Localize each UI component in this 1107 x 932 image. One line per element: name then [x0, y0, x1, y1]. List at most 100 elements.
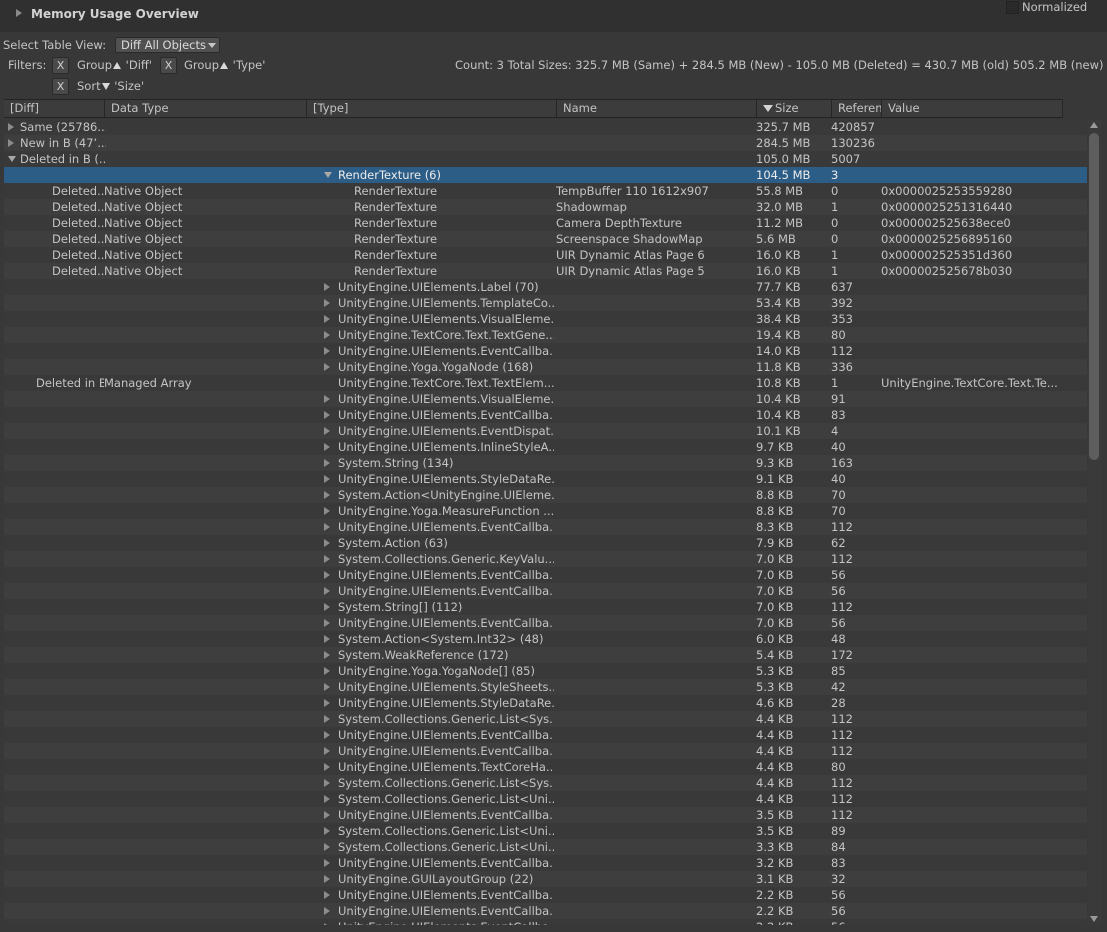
table-row[interactable]: Same (25786... 325.7 MB 420857 — [4, 119, 1087, 135]
expand-arrow-right-icon[interactable] — [324, 475, 330, 483]
expand-arrow-right-icon[interactable] — [324, 811, 330, 819]
table-row[interactable]: UnityEngine.UIElements.TemplateCo... 53.4… — [4, 295, 1087, 311]
table-row[interactable]: UnityEngine.UIElements.EventCallba... 2.2… — [4, 887, 1087, 903]
foldout-arrow-icon[interactable] — [16, 9, 22, 17]
table-row[interactable]: UnityEngine.UIElements.InlineStyleA... 9.… — [4, 439, 1087, 455]
expand-arrow-right-icon[interactable] — [324, 555, 330, 563]
expand-arrow-right-icon[interactable] — [324, 427, 330, 435]
table-row[interactable]: UnityEngine.UIElements.EventCallba... 4.4… — [4, 743, 1087, 759]
expand-arrow-right-icon[interactable] — [324, 795, 330, 803]
expand-arrow-right-icon[interactable] — [324, 619, 330, 627]
table-row[interactable]: Deleted... Native Object RenderTexture UIR … — [4, 247, 1087, 263]
table-row[interactable]: UnityEngine.UIElements.TextCoreHa... 4.4 … — [4, 759, 1087, 775]
expand-arrow-right-icon[interactable] — [324, 395, 330, 403]
table-row[interactable]: UnityEngine.Yoga.MeasureFunction ... 8.8 … — [4, 503, 1087, 519]
table-row[interactable]: System.Collections.Generic.List<Uni... 3.… — [4, 839, 1087, 855]
table-row[interactable]: System.Collections.Generic.List<Sys... 4.… — [4, 711, 1087, 727]
expand-arrow-down-icon[interactable] — [324, 172, 332, 178]
table-row[interactable]: UnityEngine.UIElements.EventCallba... 7.0… — [4, 615, 1087, 631]
overview-header[interactable]: Memory Usage Overview Normalized — [0, 0, 1107, 32]
table-row[interactable]: UnityEngine.UIElements.EventDispat... 10.… — [4, 423, 1087, 439]
table-row[interactable]: New in B (47’... 284.5 MB 130236 — [4, 135, 1087, 151]
table-row[interactable]: UnityEngine.TextCore.Text.TextGene... 19.… — [4, 327, 1087, 343]
expand-arrow-right-icon[interactable] — [324, 731, 330, 739]
remove-sort-size-button[interactable]: X — [52, 78, 69, 95]
expand-arrow-right-icon[interactable] — [324, 459, 330, 467]
expand-arrow-right-icon[interactable] — [324, 635, 330, 643]
expand-arrow-right-icon[interactable] — [324, 331, 330, 339]
table-row[interactable]: UnityEngine.Yoga.YogaNode[] (85) 5.3 KB 85 — [4, 663, 1087, 679]
table-row[interactable]: UnityEngine.GUILayoutGroup (22) 3.1 KB 32 — [4, 871, 1087, 887]
table-row[interactable]: System.String[] (112) 7.0 KB 112 — [4, 599, 1087, 615]
table-row[interactable]: Deleted... Native Object RenderTexture Scre… — [4, 231, 1087, 247]
table-row[interactable]: UnityEngine.UIElements.EventCallba... 2.2… — [4, 903, 1087, 919]
expand-arrow-right-icon[interactable] — [324, 523, 330, 531]
table-row[interactable]: System.Collections.Generic.List<Sys... 4.… — [4, 775, 1087, 791]
table-row[interactable]: UnityEngine.UIElements.Label (70) 77.7 KB… — [4, 279, 1087, 295]
table-row[interactable]: System.Action (63) 7.9 KB 62 — [4, 535, 1087, 551]
expand-arrow-right-icon[interactable] — [324, 507, 330, 515]
expand-arrow-right-icon[interactable] — [324, 859, 330, 867]
table-row[interactable]: UnityEngine.UIElements.EventCallba... 10.… — [4, 407, 1087, 423]
table-row[interactable]: UnityEngine.UIElements.StyleDataRe... 4.6… — [4, 695, 1087, 711]
expand-arrow-right-icon[interactable] — [324, 539, 330, 547]
table-row[interactable]: Deleted... Native Object RenderTexture Came… — [4, 215, 1087, 231]
expand-arrow-right-icon[interactable] — [324, 411, 330, 419]
table-row[interactable]: Deleted... Native Object RenderTexture UIR … — [4, 263, 1087, 279]
expand-arrow-right-icon[interactable] — [324, 667, 330, 675]
scroll-down-icon[interactable] — [1090, 916, 1098, 922]
column-value[interactable]: Value — [882, 100, 1063, 117]
table-row[interactable]: UnityEngine.UIElements.EventCallba... 2.2… — [4, 919, 1087, 925]
remove-filter-type-button[interactable]: X — [160, 57, 177, 74]
expand-arrow-right-icon[interactable] — [324, 347, 330, 355]
table-row[interactable]: UnityEngine.UIElements.StyleDataRe... 9.1… — [4, 471, 1087, 487]
table-row[interactable]: Deleted in B (... 105.0 MB 5007 — [4, 151, 1087, 167]
expand-arrow-right-icon[interactable] — [324, 491, 330, 499]
table-row[interactable]: System.Action<UnityEngine.UIEleme... 8.8 … — [4, 487, 1087, 503]
table-row[interactable]: UnityEngine.UIElements.EventCallba... 7.0… — [4, 583, 1087, 599]
column-data-type[interactable]: Data Type — [105, 100, 307, 117]
remove-filter-diff-button[interactable]: X — [52, 57, 69, 74]
expand-arrow-right-icon[interactable] — [8, 139, 14, 147]
expand-arrow-down-icon[interactable] — [8, 156, 16, 162]
expand-arrow-right-icon[interactable] — [324, 843, 330, 851]
table-row[interactable]: UnityEngine.UIElements.StyleSheets... 5.3… — [4, 679, 1087, 695]
expand-arrow-right-icon[interactable] — [8, 123, 14, 131]
table-row[interactable]: Deleted... Native Object RenderTexture Shad… — [4, 199, 1087, 215]
expand-arrow-right-icon[interactable] — [324, 587, 330, 595]
expand-arrow-right-icon[interactable] — [324, 683, 330, 691]
expand-arrow-right-icon[interactable] — [324, 715, 330, 723]
table-row[interactable]: System.Collections.Generic.KeyValu... 7.0… — [4, 551, 1087, 567]
expand-arrow-right-icon[interactable] — [324, 283, 330, 291]
expand-arrow-right-icon[interactable] — [324, 603, 330, 611]
expand-arrow-right-icon[interactable] — [324, 875, 330, 883]
table-view-dropdown[interactable]: Diff All Objects — [115, 37, 220, 53]
table-row[interactable]: RenderTexture (6) 104.5 MB 3 — [4, 167, 1087, 183]
table-row[interactable]: System.Action<System.Int32> (48) 6.0 KB 48 — [4, 631, 1087, 647]
expand-arrow-right-icon[interactable] — [324, 571, 330, 579]
expand-arrow-right-icon[interactable] — [324, 827, 330, 835]
expand-arrow-right-icon[interactable] — [324, 443, 330, 451]
column-diff[interactable]: [Diff] — [4, 100, 105, 117]
table-row[interactable]: Deleted in B Managed Array UnityEngine.Tex… — [4, 375, 1087, 391]
expand-arrow-right-icon[interactable] — [324, 315, 330, 323]
expand-arrow-right-icon[interactable] — [324, 747, 330, 755]
table-row[interactable]: System.Collections.Generic.List<Uni... 4.… — [4, 791, 1087, 807]
expand-arrow-right-icon[interactable] — [324, 923, 330, 925]
column-size[interactable]: Size — [757, 100, 832, 117]
table-row[interactable]: UnityEngine.UIElements.EventCallba... 3.2… — [4, 855, 1087, 871]
expand-arrow-right-icon[interactable] — [324, 651, 330, 659]
table-row[interactable]: UnityEngine.UIElements.VisualEleme... 10.… — [4, 391, 1087, 407]
table-row[interactable]: UnityEngine.Yoga.YogaNode (168) 11.8 KB 33… — [4, 359, 1087, 375]
table-row[interactable]: System.WeakReference (172) 5.4 KB 172 — [4, 647, 1087, 663]
expand-arrow-right-icon[interactable] — [324, 779, 330, 787]
expand-arrow-right-icon[interactable] — [324, 299, 330, 307]
table-row[interactable]: System.String (134) 9.3 KB 163 — [4, 455, 1087, 471]
column-references[interactable]: Referen — [832, 100, 882, 117]
normalized-checkbox[interactable] — [1006, 1, 1019, 14]
table-row[interactable]: Deleted... Native Object RenderTexture Temp… — [4, 183, 1087, 199]
expand-arrow-right-icon[interactable] — [324, 699, 330, 707]
table-row[interactable]: UnityEngine.UIElements.EventCallba... 4.4… — [4, 727, 1087, 743]
column-name[interactable]: Name — [557, 100, 757, 117]
column-type[interactable]: [Type] — [307, 100, 557, 117]
